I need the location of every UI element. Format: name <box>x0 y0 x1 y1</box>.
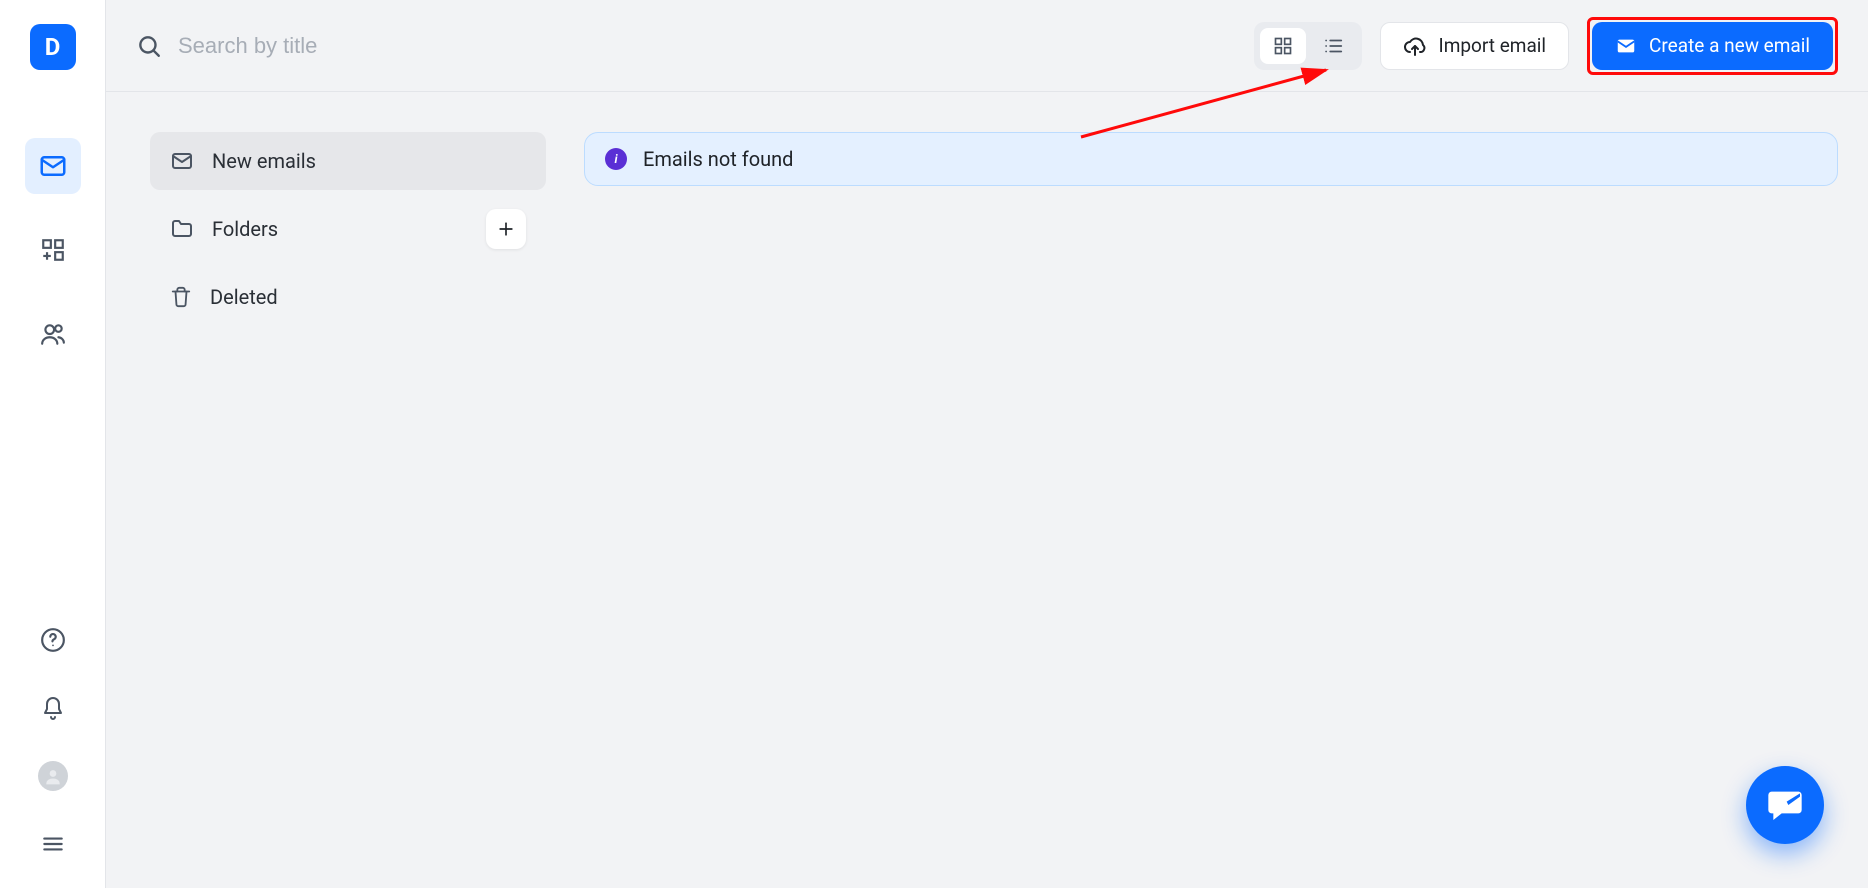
upload-cloud-icon <box>1403 34 1427 58</box>
bell-icon <box>41 696 65 720</box>
help-icon <box>40 627 66 653</box>
nav-group-bottom <box>33 620 73 864</box>
folder-icon <box>170 217 194 241</box>
search-icon <box>136 33 162 59</box>
import-email-button[interactable]: Import email <box>1380 22 1569 70</box>
nav-item-account[interactable] <box>33 756 73 796</box>
content-area: i Emails not found <box>584 132 1838 888</box>
chat-fab[interactable] <box>1746 766 1824 844</box>
create-email-label: Create a new email <box>1649 34 1810 57</box>
nav-group-top <box>25 138 81 362</box>
plus-icon <box>496 219 516 239</box>
brand-initial: D <box>45 33 61 61</box>
avatar-icon <box>38 761 68 791</box>
view-toggle <box>1254 22 1362 70</box>
nav-item-people[interactable] <box>25 306 81 362</box>
grid-icon <box>1273 36 1293 56</box>
list-icon <box>1322 35 1344 57</box>
nav-item-notifications[interactable] <box>33 688 73 728</box>
empty-state-alert: i Emails not found <box>584 132 1838 186</box>
nav-item-menu[interactable] <box>33 824 73 864</box>
annotation-highlight: Create a new email <box>1587 17 1838 75</box>
mail-filled-icon <box>1615 35 1637 57</box>
trash-icon <box>170 286 192 308</box>
search-input[interactable] <box>176 32 1236 60</box>
main-column: Import email Create a new email <box>106 0 1868 888</box>
brand-logo[interactable]: D <box>30 24 76 70</box>
nav-item-emails[interactable] <box>25 138 81 194</box>
folder-label: Folders <box>212 217 278 241</box>
info-icon: i <box>605 148 627 170</box>
mail-outline-icon <box>170 149 194 173</box>
people-icon <box>40 321 66 347</box>
vertical-nav: D <box>0 0 106 888</box>
grid-add-icon <box>40 237 66 263</box>
empty-state-text: Emails not found <box>643 147 793 171</box>
create-email-button[interactable]: Create a new email <box>1592 22 1833 70</box>
body: New emails Folders <box>106 92 1868 888</box>
folder-list: New emails Folders <box>150 132 546 888</box>
hamburger-icon <box>40 831 66 857</box>
import-email-label: Import email <box>1439 34 1546 57</box>
add-folder-button[interactable] <box>486 209 526 249</box>
folder-label: Deleted <box>210 285 278 309</box>
search <box>136 32 1236 60</box>
chat-icon <box>1765 785 1805 825</box>
folder-folders[interactable]: Folders <box>150 200 546 258</box>
folder-label: New emails <box>212 149 316 173</box>
nav-item-help[interactable] <box>33 620 73 660</box>
view-list-button[interactable] <box>1310 28 1356 64</box>
view-grid-button[interactable] <box>1260 28 1306 64</box>
app-root: D <box>0 0 1868 888</box>
topbar: Import email Create a new email <box>106 0 1868 92</box>
nav-item-modules[interactable] <box>25 222 81 278</box>
folder-new-emails[interactable]: New emails <box>150 132 546 190</box>
folder-deleted[interactable]: Deleted <box>150 268 546 326</box>
mail-icon <box>38 151 68 181</box>
